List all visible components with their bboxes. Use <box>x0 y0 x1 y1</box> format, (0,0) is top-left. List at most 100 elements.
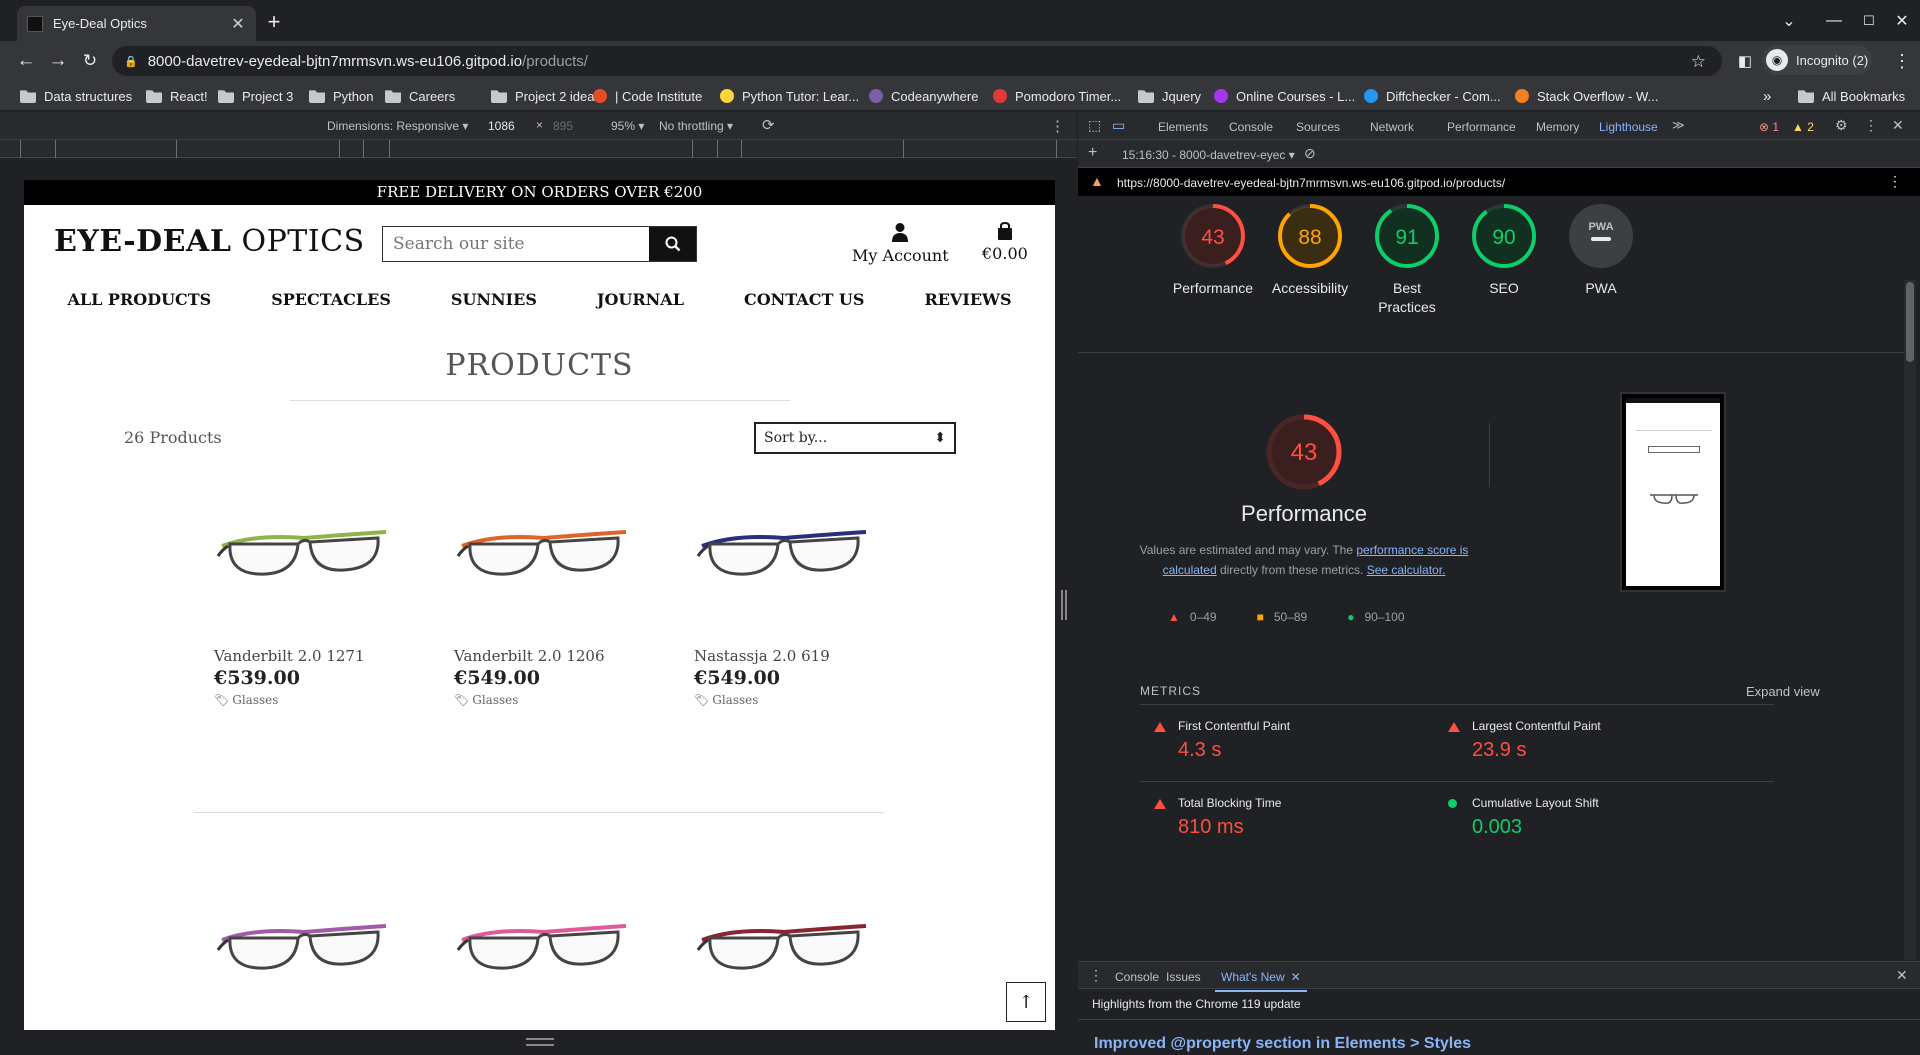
device-menu-icon[interactable]: ⋮ <box>1050 117 1065 135</box>
glasses-image[interactable] <box>454 892 634 987</box>
glasses-image[interactable] <box>694 892 874 987</box>
back-to-top-button[interactable]: ↑ <box>1006 982 1046 1022</box>
incognito-profile[interactable]: ◉ Incognito (2) <box>1762 45 1872 75</box>
tab-search-icon[interactable]: ⌄ <box>1777 10 1801 32</box>
nav-item-contact-us[interactable]: CONTACT US <box>744 290 864 309</box>
product-name[interactable]: Nastassja 2.0 619 <box>694 647 874 665</box>
warning-count[interactable]: ▲ 2 <box>1792 120 1814 134</box>
back-arrow-icon[interactable]: ← <box>14 49 38 73</box>
tab-console[interactable]: Console <box>1229 120 1273 134</box>
drawer-tab-console[interactable]: Console <box>1115 970 1159 984</box>
close-tab-icon[interactable]: ✕ <box>230 14 246 34</box>
site-logo[interactable]: EYE-DEAL OPTICS <box>54 224 365 259</box>
search-input[interactable] <box>383 227 649 261</box>
drawer-tab-what-s-new[interactable]: What's New ✕ <box>1215 970 1307 992</box>
close-drawer-tab-icon[interactable]: ✕ <box>1291 970 1301 984</box>
report-menu-icon[interactable]: ⋮ <box>1888 173 1902 190</box>
bookmark-star-icon[interactable]: ☆ <box>1691 52 1706 72</box>
drawer-close-icon[interactable]: ✕ <box>1896 967 1908 984</box>
nav-item-sunnies[interactable]: SUNNIES <box>451 290 537 309</box>
forward-arrow-icon[interactable]: → <box>46 49 70 73</box>
bookmark-11[interactable]: Online Courses - L... <box>1214 86 1355 106</box>
my-account-link[interactable]: My Account <box>852 222 949 265</box>
product-card[interactable] <box>454 892 634 995</box>
bookmark-2[interactable]: Project 3 <box>218 86 293 106</box>
cart-link[interactable]: €0.00 <box>982 221 1028 263</box>
sort-select[interactable]: Sort by... ⬍ <box>754 422 956 454</box>
tab-sources[interactable]: Sources <box>1296 120 1340 134</box>
tab-network[interactable]: Network <box>1370 120 1414 134</box>
settings-gear-icon[interactable]: ⚙ <box>1835 117 1848 134</box>
report-scrollbar[interactable] <box>1904 280 1916 960</box>
glasses-image[interactable] <box>454 498 634 593</box>
score-gauge-seo[interactable]: 90 SEO <box>1456 202 1552 298</box>
width-input[interactable]: 1086 <box>488 119 515 133</box>
bookmark-4[interactable]: Careers <box>385 86 455 106</box>
window-close-icon[interactable]: ✕ <box>1890 10 1914 32</box>
clear-reports-icon[interactable]: ⊘ <box>1304 145 1316 162</box>
nav-item-reviews[interactable]: REVIEWS <box>924 290 1011 309</box>
see-calculator-link[interactable]: See calculator. <box>1367 563 1446 577</box>
zoom-select[interactable]: 95% ▾ <box>611 119 644 133</box>
product-category[interactable]: 🏷 Glasses <box>214 693 394 707</box>
bookmark-7[interactable]: Python Tutor: Lear... <box>720 86 859 106</box>
device-toggle-icon[interactable]: ▭ <box>1112 117 1125 134</box>
more-tabs-icon[interactable]: ≫ <box>1672 118 1685 132</box>
scrollbar-thumb[interactable] <box>1906 282 1914 362</box>
new-report-icon[interactable]: + <box>1088 144 1097 162</box>
nav-item-journal[interactable]: JOURNAL <box>597 290 684 309</box>
search-button[interactable] <box>649 227 696 261</box>
report-url[interactable]: https://8000-davetrev-eyedeal-bjtn7mrmsv… <box>1117 176 1505 190</box>
inspect-element-icon[interactable]: ⬚ <box>1088 117 1101 134</box>
expand-view-link[interactable]: Expand view <box>1746 684 1820 699</box>
bookmark-3[interactable]: Python <box>309 86 373 106</box>
bookmark-5[interactable]: Project 2 ideas <box>491 86 601 106</box>
tab-elements[interactable]: Elements <box>1158 120 1208 134</box>
score-gauge-pwa[interactable]: PWA PWA <box>1553 202 1649 298</box>
bookmark-9[interactable]: Pomodoro Timer... <box>993 86 1121 106</box>
new-tab-button[interactable]: + <box>262 9 286 34</box>
bookmark-1[interactable]: React! <box>146 86 208 106</box>
tab-lighthouse[interactable]: Lighthouse <box>1599 120 1658 142</box>
viewport-bottom-resize-handle[interactable] <box>526 1038 554 1046</box>
bookmark-0[interactable]: Data structures <box>20 86 132 106</box>
final-screenshot-thumbnail[interactable] <box>1620 392 1726 592</box>
product-category[interactable]: 🏷 Glasses <box>694 693 874 707</box>
product-card[interactable] <box>214 892 394 995</box>
dimensions-select[interactable]: Dimensions: Responsive ▾ <box>327 119 468 133</box>
product-category[interactable]: 🏷 Glasses <box>454 693 634 707</box>
report-select[interactable]: 15:16:30 - 8000-davetrev-eyec ▾ <box>1122 148 1295 162</box>
drawer-tab-issues[interactable]: Issues <box>1166 970 1201 984</box>
bookmark-12[interactable]: Diffchecker - Com... <box>1364 86 1501 106</box>
glasses-image[interactable] <box>214 498 394 593</box>
drawer-menu-icon[interactable]: ⋮ <box>1089 967 1103 984</box>
reload-icon[interactable]: ↻ <box>78 49 102 73</box>
score-gauge-accessibility[interactable]: 88 Accessibility <box>1262 202 1358 298</box>
side-panel-icon[interactable]: ◧ <box>1733 49 1757 73</box>
score-gauge-best-practices[interactable]: 91 Best Practices <box>1359 202 1455 317</box>
tab-performance[interactable]: Performance <box>1447 120 1516 134</box>
maximize-icon[interactable]: ☐ <box>1857 10 1881 32</box>
nav-item-spectacles[interactable]: SPECTACLES <box>271 290 391 309</box>
product-card[interactable]: Nastassja 2.0 619 €549.00 🏷 Glasses <box>694 498 874 707</box>
devtools-close-icon[interactable]: ✕ <box>1892 117 1904 134</box>
throttling-select[interactable]: No throttling ▾ <box>659 119 733 133</box>
bookmark-8[interactable]: Codeanywhere <box>869 86 978 106</box>
browser-tab[interactable]: Eye-Deal Optics ✕ <box>17 6 256 41</box>
product-card[interactable]: Vanderbilt 2.0 1206 €549.00 🏷 Glasses <box>454 498 634 707</box>
height-input[interactable]: 895 <box>553 119 573 133</box>
minimize-icon[interactable]: — <box>1822 10 1846 32</box>
nav-item-all-products[interactable]: ALL PRODUCTS <box>67 290 211 309</box>
bookmark-10[interactable]: Jquery <box>1138 86 1201 106</box>
tab-memory[interactable]: Memory <box>1536 120 1579 134</box>
browser-menu-icon[interactable]: ⋮ <box>1890 49 1914 73</box>
product-name[interactable]: Vanderbilt 2.0 1206 <box>454 647 634 665</box>
bookmark-6[interactable]: | Code Institute <box>593 86 702 106</box>
product-card[interactable] <box>694 892 874 995</box>
error-count[interactable]: ⊗ 1 <box>1759 120 1779 134</box>
whats-new-heading-1[interactable]: Improved @property section in Elements >… <box>1094 1035 1471 1053</box>
score-gauge-performance[interactable]: 43 Performance <box>1165 202 1261 298</box>
rotate-icon[interactable]: ⟳ <box>762 116 775 134</box>
product-name[interactable]: Vanderbilt 2.0 1271 <box>214 647 394 665</box>
devtools-menu-icon[interactable]: ⋮ <box>1864 117 1878 134</box>
